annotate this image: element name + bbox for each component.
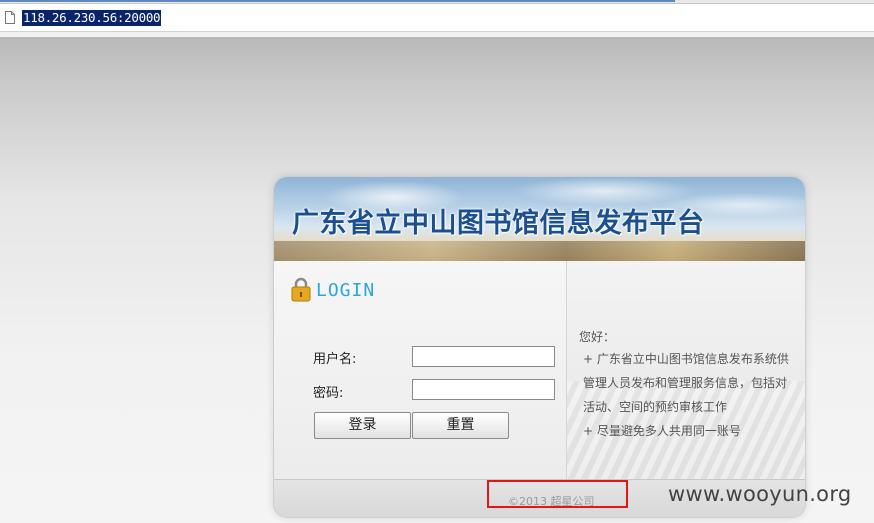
tab-strip-edge <box>0 0 874 4</box>
info-bullet-2: + 尽量避免多人共用同一账号 <box>583 424 741 438</box>
username-input[interactable] <box>412 346 555 367</box>
address-bar[interactable]: 118.26.230.56:20000 <box>0 0 874 37</box>
password-label: 密码: <box>313 386 344 401</box>
login-heading: LOGIN <box>316 280 376 301</box>
tab-strip-edge-segment <box>0 0 675 2</box>
platform-title: 广东省立中山图书馆信息发布平台 <box>292 208 705 239</box>
info-bullet-1: + 广东省立中山图书馆信息发布系统供管理人员发布和管理服务信息，包括对活动、空间… <box>583 352 789 414</box>
reset-button[interactable]: 重置 <box>412 412 509 439</box>
login-form-area: LOGIN 用户名: 密码: 登录 重置 <box>274 261 567 479</box>
banner: 广东省立中山图书馆信息发布平台 <box>274 177 805 261</box>
address-bar-divider <box>0 31 874 37</box>
greeting-text: 您好： <box>579 330 616 344</box>
page-icon <box>5 11 15 24</box>
login-button[interactable]: 登录 <box>314 412 411 439</box>
watermark-text: www.wooyun.org <box>668 482 852 506</box>
login-panel: 广东省立中山图书馆信息发布平台 LOGIN 用户名: 密码: 登录 重置 您好：… <box>273 176 806 518</box>
info-area: 您好： + 广东省立中山图书馆信息发布系统供管理人员发布和管理服务信息，包括对活… <box>567 261 805 479</box>
username-label: 用户名: <box>313 352 357 367</box>
highlight-box <box>487 480 628 508</box>
url-text[interactable]: 118.26.230.56:20000 <box>22 10 162 26</box>
banner-skyline <box>274 241 805 261</box>
password-input[interactable] <box>412 379 555 400</box>
lock-icon <box>291 277 311 302</box>
